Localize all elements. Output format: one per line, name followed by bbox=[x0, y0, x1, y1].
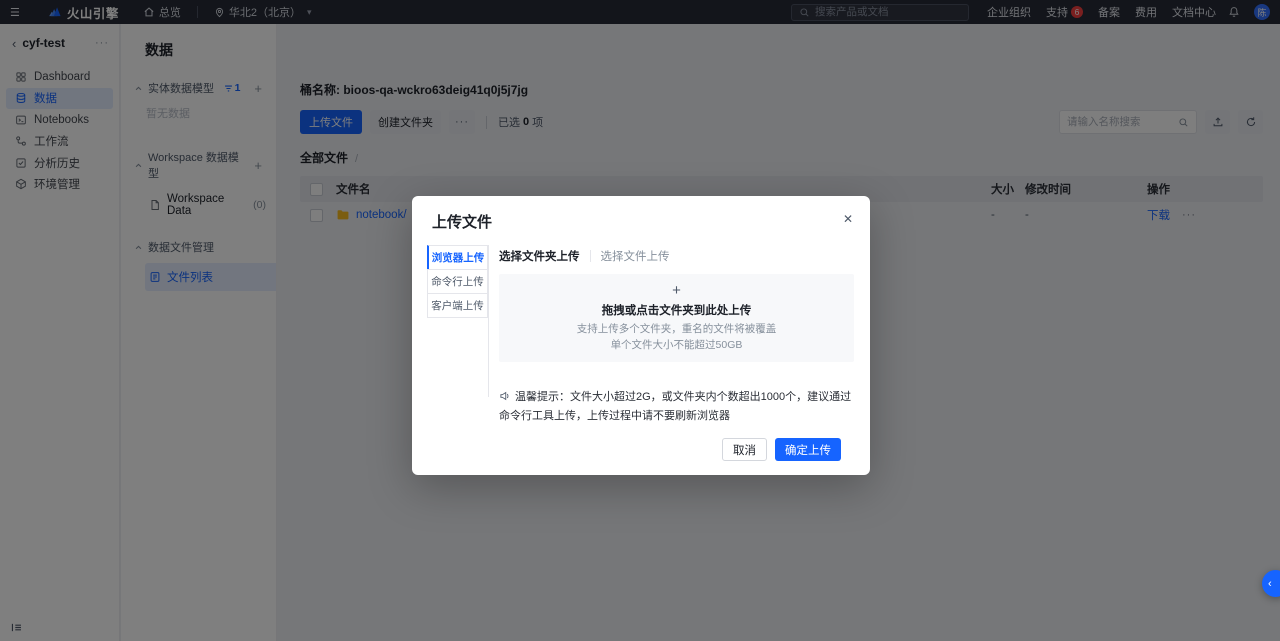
modal-body: 浏览器上传 命令行上传 客户端上传 选择文件夹上传 选择文件上传 + 拖拽或点击… bbox=[412, 243, 870, 462]
tab-browser-upload[interactable]: 浏览器上传 bbox=[427, 245, 488, 270]
tab-client-upload[interactable]: 客户端上传 bbox=[427, 293, 488, 318]
cancel-button[interactable]: 取消 bbox=[722, 438, 767, 462]
upload-tip: 温馨提示：文件大小超过2G，或文件夹内个数超出1000个，建议通过命令行工具上传… bbox=[499, 388, 854, 425]
modal-header: 上传文件 ✕ bbox=[412, 196, 870, 243]
tab-divider bbox=[589, 250, 591, 262]
plus-icon: + bbox=[672, 281, 681, 299]
dropzone-hint-1: 支持上传多个文件夹，重名的文件将被覆盖 bbox=[576, 322, 777, 335]
modal-footer: 取消 确定上传 bbox=[499, 425, 854, 462]
chevron-left-icon: ‹ bbox=[1268, 577, 1272, 590]
upload-tip-text: 温馨提示：文件大小超过2G，或文件夹内个数超出1000个，建议通过命令行工具上传… bbox=[499, 391, 852, 422]
upload-panel: 选择文件夹上传 选择文件上传 + 拖拽或点击文件夹到此处上传 支持上传多个文件夹… bbox=[489, 245, 854, 462]
modal-title: 上传文件 bbox=[432, 214, 493, 231]
close-icon[interactable]: ✕ bbox=[843, 211, 853, 225]
megaphone-icon bbox=[499, 390, 511, 402]
upload-type-tabs: 选择文件夹上传 选择文件上传 bbox=[499, 245, 854, 267]
upload-method-tabs: 浏览器上传 命令行上传 客户端上传 bbox=[427, 245, 489, 397]
upload-modal: 上传文件 ✕ 浏览器上传 命令行上传 客户端上传 选择文件夹上传 选择文件上传 … bbox=[412, 196, 870, 476]
dropzone-hint-2: 单个文件大小不能超过50GB bbox=[610, 339, 743, 351]
tab-select-folder[interactable]: 选择文件夹上传 bbox=[499, 248, 580, 264]
tab-select-file[interactable]: 选择文件上传 bbox=[601, 248, 670, 264]
confirm-upload-button[interactable]: 确定上传 bbox=[775, 438, 841, 462]
tab-cli-upload[interactable]: 命令行上传 bbox=[427, 269, 488, 294]
dropzone-title: 拖拽或点击文件夹到此处上传 bbox=[601, 304, 752, 317]
dropzone[interactable]: + 拖拽或点击文件夹到此处上传 支持上传多个文件夹，重名的文件将被覆盖 单个文件… bbox=[499, 274, 854, 362]
